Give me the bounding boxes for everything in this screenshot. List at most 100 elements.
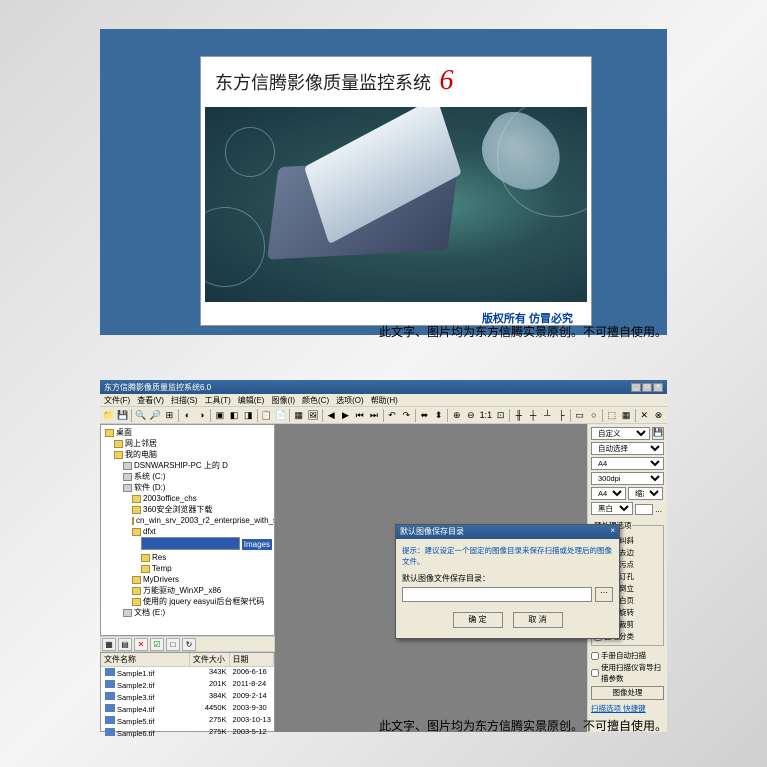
tree-item[interactable]: 网上邻居 — [103, 438, 272, 449]
color-more[interactable]: ... — [655, 505, 662, 514]
toolbar-button[interactable]: ▦ — [292, 408, 305, 422]
toolbar-button[interactable]: 🔎 — [149, 408, 162, 422]
toolbar-button[interactable]: 📁 — [102, 408, 115, 422]
preset-select[interactable]: 自定义 — [591, 427, 650, 440]
tree-item[interactable]: dfxt — [103, 526, 272, 537]
file-refresh-button[interactable]: ↻ — [182, 638, 196, 651]
toolbar-button[interactable]: ⊡ — [494, 408, 507, 422]
toolbar-button[interactable]: ├ — [555, 408, 568, 422]
toolbar-button[interactable]: 📄 — [274, 408, 287, 422]
paper-select[interactable]: A4 — [591, 457, 664, 470]
toolbar-button[interactable]: ↶ — [385, 408, 398, 422]
file-delete-button[interactable]: ✕ — [134, 638, 148, 651]
toolbar-button[interactable]: ┴ — [541, 408, 554, 422]
file-check-button[interactable]: ☑ — [150, 638, 164, 651]
column-header[interactable]: 文件名称 — [101, 653, 190, 666]
save-preset-button[interactable]: 💾 — [652, 427, 664, 440]
tree-item[interactable]: 使用的 jquery easyui后台框架代码 — [103, 596, 272, 607]
menu-item[interactable]: 选项(O) — [336, 395, 364, 405]
tree-item[interactable]: Images — [103, 537, 272, 552]
file-btn-1[interactable]: ▦ — [102, 638, 116, 651]
menu-item[interactable]: 颜色(C) — [302, 395, 329, 405]
toolbar-button[interactable]: ╫ — [512, 408, 525, 422]
toolbar-button[interactable]: ⊞ — [163, 408, 176, 422]
tree-item[interactable]: 系统 (C:) — [103, 471, 272, 482]
toolbar-button[interactable]: ⬌ — [418, 408, 431, 422]
dialog-close-button[interactable]: × — [610, 526, 615, 538]
column-header[interactable]: 日期 — [230, 653, 275, 666]
menu-item[interactable]: 编辑(E) — [238, 395, 265, 405]
toolbar-button[interactable]: ▶ — [339, 408, 352, 422]
toolbar-button[interactable]: ▣ — [213, 408, 226, 422]
menu-item[interactable]: 扫描(S) — [171, 395, 198, 405]
toolbar-button[interactable]: ◐ — [181, 408, 194, 422]
manual-scan-check[interactable] — [591, 652, 599, 660]
toolbar-button[interactable]: ▦ — [620, 408, 633, 422]
tree-item[interactable]: MyDrivers — [103, 574, 272, 585]
toolbar-button[interactable]: 1:1 — [479, 408, 494, 422]
toolbar-button[interactable]: ⊗ — [652, 408, 665, 422]
toolbar-button[interactable]: ⬚ — [605, 408, 618, 422]
file-btn-5[interactable]: □ — [166, 638, 180, 651]
toolbar-button[interactable]: ↷ — [400, 408, 413, 422]
toolbar-button[interactable]: ◀ — [325, 408, 338, 422]
toolbar-button[interactable]: 🔍 — [134, 408, 147, 422]
toolbar-button[interactable]: 📋 — [260, 408, 273, 422]
cancel-button[interactable]: 取 消 — [513, 612, 563, 628]
tree-item[interactable]: Res — [103, 552, 272, 563]
toolbar-button[interactable]: ◑ — [195, 408, 208, 422]
toolbar-button[interactable]: ○ — [587, 408, 600, 422]
menu-item[interactable]: 查看(V) — [137, 395, 164, 405]
browse-button[interactable]: ⋯ — [595, 587, 613, 602]
toolbar-button[interactable]: ┼ — [526, 408, 539, 422]
save-dir-dialog: 默认图像保存目录 × 提示：建议设定一个固定的图像目录来保存扫描或处理后的图像文… — [395, 524, 620, 639]
save-dir-input[interactable] — [402, 587, 592, 602]
toolbar-button[interactable]: 💾 — [116, 408, 129, 422]
tree-item[interactable]: Temp — [103, 563, 272, 574]
minimize-button[interactable]: _ — [631, 383, 641, 392]
toolbar-button[interactable]: ⊖ — [464, 408, 477, 422]
tree-item[interactable]: 360安全浏览器下载 — [103, 504, 272, 515]
toolbar-button[interactable]: ◧ — [227, 408, 240, 422]
tree-item[interactable]: 文档 (E:) — [103, 607, 272, 618]
toolbar-button[interactable]: ⊕ — [450, 408, 463, 422]
scanner-params-check[interactable] — [591, 669, 599, 677]
file-btn-2[interactable]: ▤ — [118, 638, 132, 651]
toolbar-button[interactable]: ◨ — [242, 408, 255, 422]
table-row[interactable]: Sample4.tif4450K2003-9-30 — [101, 703, 274, 715]
menu-item[interactable]: 工具(T) — [205, 395, 231, 405]
color-swatch[interactable] — [635, 504, 653, 515]
table-row[interactable]: Sample2.tif201K2011-8-24 — [101, 679, 274, 691]
zoom-select[interactable]: 缩放 — [628, 487, 663, 500]
close-button[interactable]: × — [653, 383, 663, 392]
color-select[interactable]: 黑白 — [591, 502, 633, 515]
toolbar-button[interactable]: ⏮ — [353, 408, 366, 422]
menu-item[interactable]: 图像(I) — [271, 395, 295, 405]
scanner-select[interactable]: 自动选择 — [591, 442, 664, 455]
table-row[interactable]: Sample3.tif384K2009-2-14 — [101, 691, 274, 703]
tree-item[interactable]: 桌面 — [103, 427, 272, 438]
toolbar-button[interactable]: ⏭ — [367, 408, 380, 422]
toolbar-button[interactable]: ⬍ — [432, 408, 445, 422]
tree-item[interactable]: 2003office_chs — [103, 493, 272, 504]
size-select[interactable]: A4 — [591, 487, 626, 500]
folder-tree[interactable]: 桌面网上邻居我的电脑DSNWARSHIP-PC 上的 D系统 (C:)软件 (D… — [100, 424, 275, 636]
tree-item[interactable]: 万能驱动_WinXP_x86 — [103, 585, 272, 596]
ok-button[interactable]: 确 定 — [453, 612, 503, 628]
process-button[interactable]: 图像处理 — [591, 686, 664, 700]
menu-item[interactable]: 文件(F) — [104, 395, 130, 405]
toolbar-button[interactable]: ✕ — [638, 408, 651, 422]
tree-item[interactable]: 我的电脑 — [103, 449, 272, 460]
tree-item[interactable]: cn_win_srv_2003_r2_enterprise_with_sp2 — [103, 515, 272, 526]
dpi-select[interactable]: 300dpi — [591, 472, 664, 485]
splash-window: 东方信腾影像质量监控系统 6 版权所有 仿冒必究 — [200, 56, 592, 326]
tree-item[interactable]: DSNWARSHIP-PC 上的 D — [103, 460, 272, 471]
maximize-button[interactable]: □ — [642, 383, 652, 392]
menu-item[interactable]: 帮助(H) — [371, 395, 398, 405]
table-row[interactable]: Sample1.tif343K2006-6-16 — [101, 667, 274, 679]
toolbar-button[interactable]: ▭ — [573, 408, 586, 422]
tree-item[interactable]: 软件 (D:) — [103, 482, 272, 493]
option-links[interactable]: 扫描选项 快捷键 — [591, 703, 664, 714]
column-header[interactable]: 文件大小 — [190, 653, 230, 666]
toolbar-button[interactable]: 🖼 — [306, 408, 319, 422]
